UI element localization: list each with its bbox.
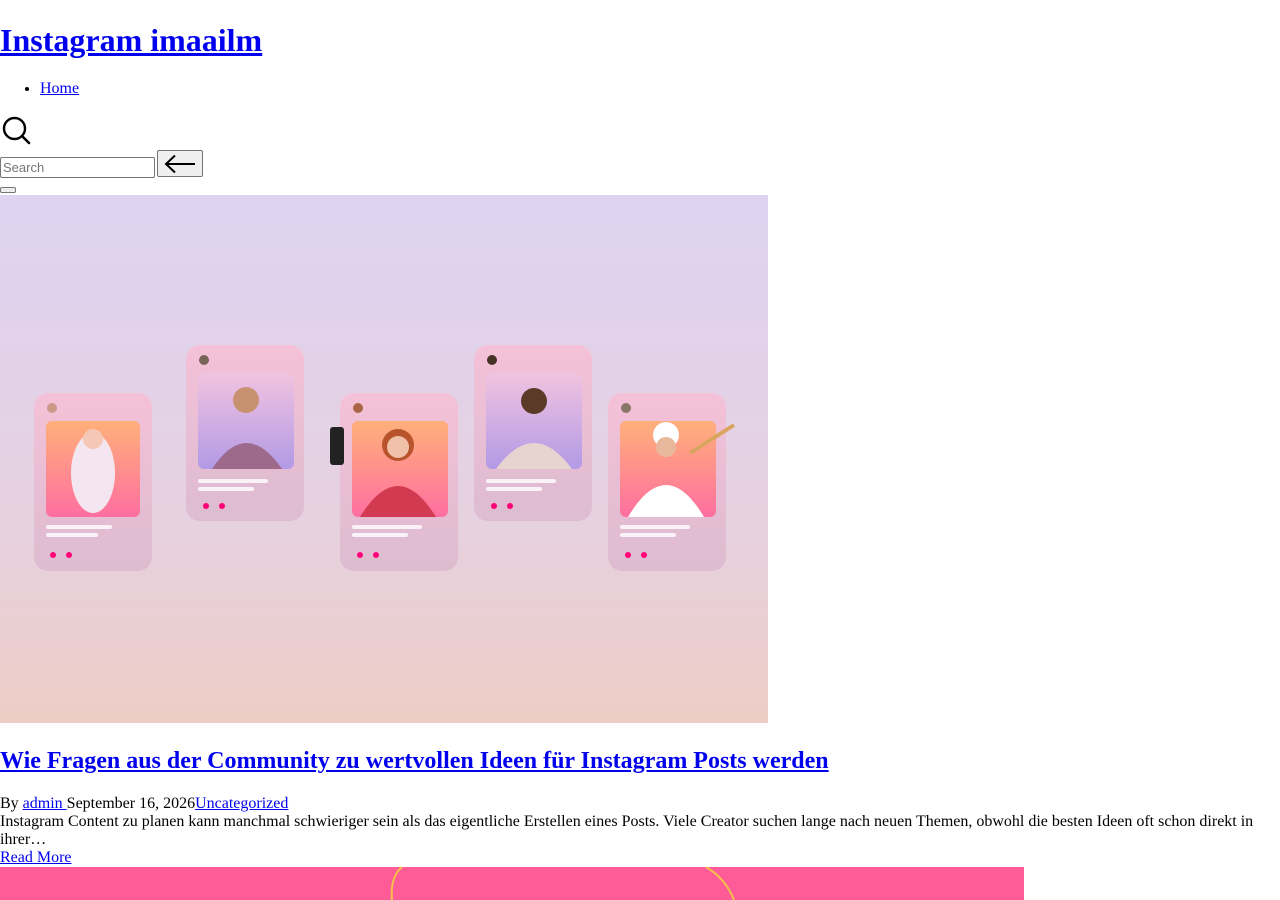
category-link[interactable]: Uncategorized bbox=[195, 795, 288, 812]
post-date: September 16, 2026 bbox=[66, 795, 196, 812]
search-input[interactable] bbox=[0, 157, 155, 178]
main-menu: Home bbox=[0, 79, 79, 99]
post-title: Wie Fragen aus der Community zu wertvoll… bbox=[0, 746, 829, 776]
post-excerpt: Instagram Content zu planen kann manchma… bbox=[0, 813, 1254, 848]
menu-link-home[interactable]: Home bbox=[40, 80, 79, 97]
post-meta: By admin September 16, 2026Uncategorized bbox=[0, 795, 288, 813]
post-title-link[interactable]: Wie Fragen aus der Community zu wertvoll… bbox=[0, 748, 829, 774]
search-icon[interactable] bbox=[1, 115, 31, 145]
next-post-image[interactable] bbox=[0, 867, 1024, 900]
read-more-link[interactable]: Read More bbox=[0, 849, 72, 867]
featured-image[interactable] bbox=[0, 195, 768, 723]
post-meta-by: By bbox=[0, 795, 19, 812]
search-close-button[interactable] bbox=[157, 150, 203, 177]
site-title: Instagram imaailm bbox=[0, 20, 262, 60]
menu-toggle-button[interactable] bbox=[0, 187, 16, 193]
author-link[interactable]: admin bbox=[23, 795, 67, 812]
menu-item-home: Home bbox=[40, 79, 79, 99]
arrow-left-icon bbox=[164, 154, 195, 174]
site-title-link[interactable]: Instagram imaailm bbox=[0, 22, 262, 58]
